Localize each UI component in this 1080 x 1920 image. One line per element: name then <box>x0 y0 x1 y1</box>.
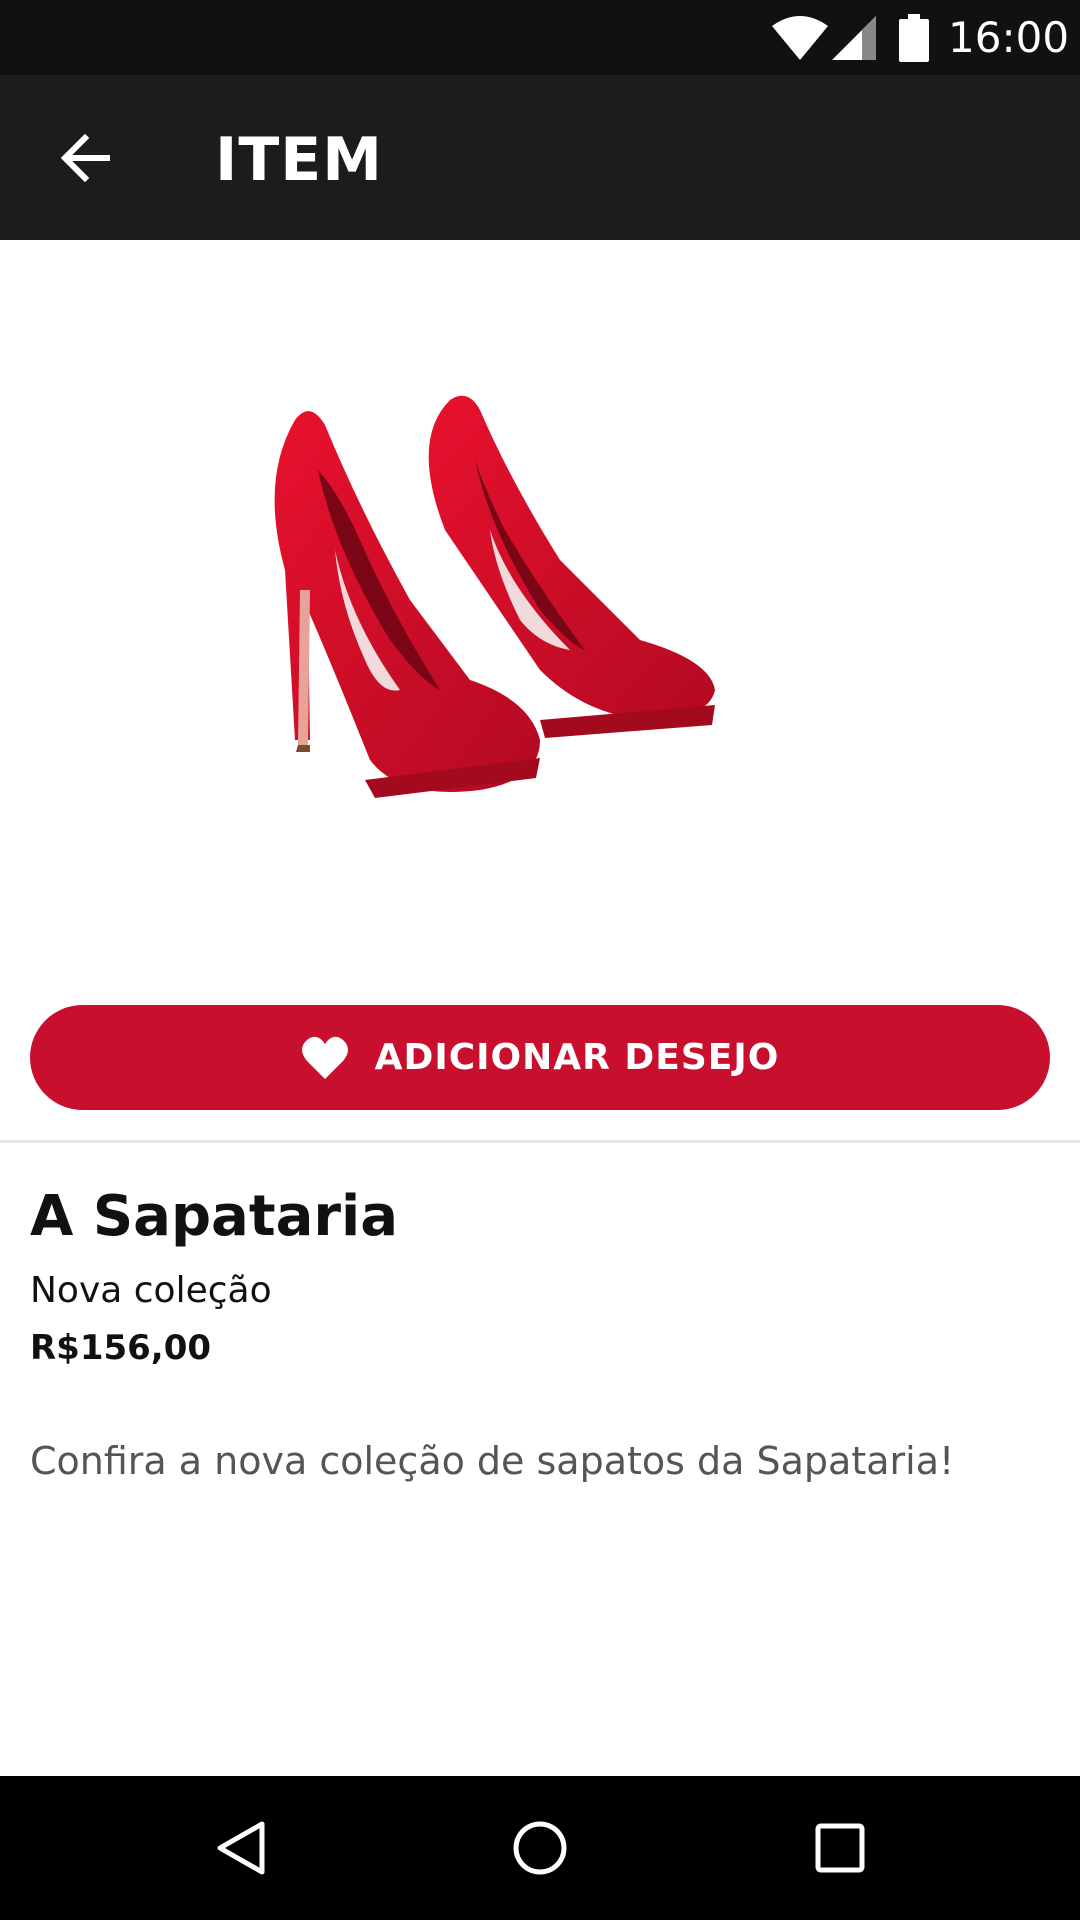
back-button[interactable] <box>40 113 130 203</box>
product-image <box>274 395 715 798</box>
add-wish-label: ADICIONAR DESEJO <box>374 1037 780 1078</box>
signal-icon <box>832 16 876 60</box>
battery-icon <box>899 14 929 62</box>
divider <box>0 1140 1080 1143</box>
product-subtitle: Nova coleção <box>30 1270 272 1311</box>
product-description: Confira a nova coleção de sapatos da Sap… <box>30 1439 955 1483</box>
page-title: ITEM <box>215 125 383 195</box>
wifi-icon <box>772 16 828 60</box>
add-wish-button[interactable]: ADICIONAR DESEJO <box>30 1005 1050 1110</box>
nav-back-icon[interactable] <box>210 1818 270 1878</box>
nav-home-icon[interactable] <box>510 1818 570 1878</box>
navigation-bar <box>0 1776 1080 1920</box>
status-bar: 16:00 <box>0 0 1080 75</box>
product-price: R$156,00 <box>30 1328 212 1368</box>
arrow-left-icon <box>60 134 110 182</box>
nav-recents-icon[interactable] <box>810 1818 870 1878</box>
heart-icon <box>301 1036 348 1079</box>
app-bar: ITEM <box>0 75 1080 240</box>
status-time: 16:00 <box>948 13 1070 62</box>
store-name: A Sapataria <box>30 1184 398 1249</box>
